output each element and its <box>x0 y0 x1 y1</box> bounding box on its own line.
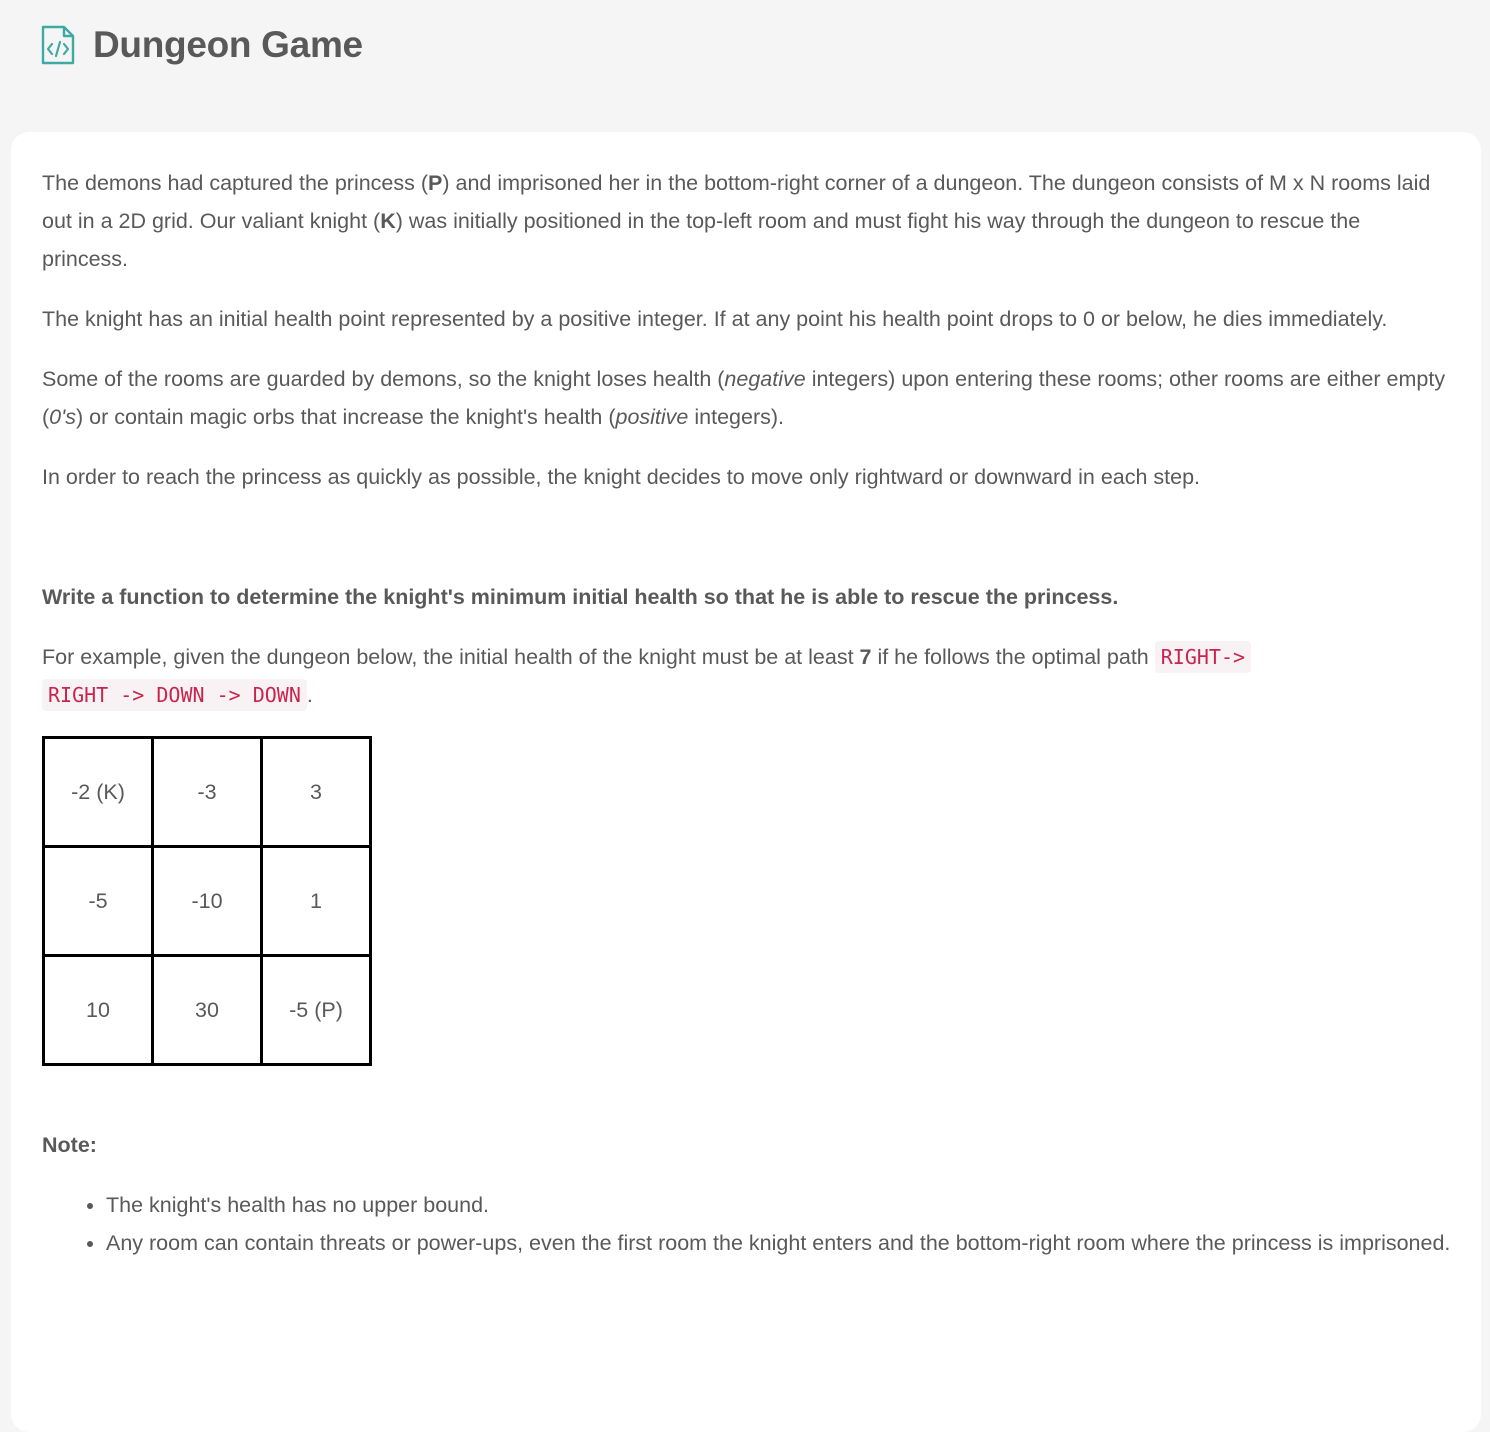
path-code-2: RIGHT -> DOWN -> DOWN <box>42 679 307 711</box>
dungeon-cell: -5 <box>42 845 154 957</box>
page-header: Dungeon Game <box>41 22 363 68</box>
note-item: The knight's health has no upper bound. <box>106 1186 1452 1224</box>
code-file-icon <box>41 25 75 65</box>
problem-card: The demons had captured the princess (P)… <box>11 132 1481 1432</box>
dungeon-cell: -10 <box>151 845 263 957</box>
note-list: The knight's health has no upper bound. … <box>42 1186 1452 1262</box>
description-paragraph-2: The knight has an initial health point r… <box>42 307 1388 331</box>
dungeon-cell: 1 <box>260 845 372 957</box>
note-item: Any room can contain threats or power-up… <box>106 1224 1452 1262</box>
dungeon-cell: 30 <box>151 954 263 1066</box>
task-statement: Write a function to determine the knight… <box>42 585 1119 609</box>
dungeon-cell: 10 <box>42 954 154 1066</box>
dungeon-cell: -3 <box>151 736 263 848</box>
dungeon-row: -2 (K) -3 3 <box>42 736 372 848</box>
dungeon-grid: -2 (K) -3 3 -5 -10 1 10 30 -5 (P) <box>42 736 1452 1066</box>
dungeon-cell: -5 (P) <box>260 954 372 1066</box>
description-paragraph-4: In order to reach the princess as quickl… <box>42 465 1201 489</box>
dungeon-row: -5 -10 1 <box>42 845 372 957</box>
dungeon-row: 10 30 -5 (P) <box>42 954 372 1066</box>
path-code-1: RIGHT-> <box>1154 641 1252 673</box>
page-title: Dungeon Game <box>93 24 363 65</box>
dungeon-cell: -2 (K) <box>42 736 154 848</box>
description-paragraph-1: The demons had captured the princess (P)… <box>42 171 1431 271</box>
dungeon-table: -2 (K) -3 3 -5 -10 1 10 30 -5 (P) <box>42 736 372 1066</box>
dungeon-cell: 3 <box>260 736 372 848</box>
example-paragraph: For example, given the dungeon below, th… <box>42 638 1452 714</box>
problem-content: The demons had captured the princess (P)… <box>42 164 1452 1262</box>
note-label: Note: <box>42 1133 97 1157</box>
description-paragraph-3: Some of the rooms are guarded by demons,… <box>42 367 1446 429</box>
